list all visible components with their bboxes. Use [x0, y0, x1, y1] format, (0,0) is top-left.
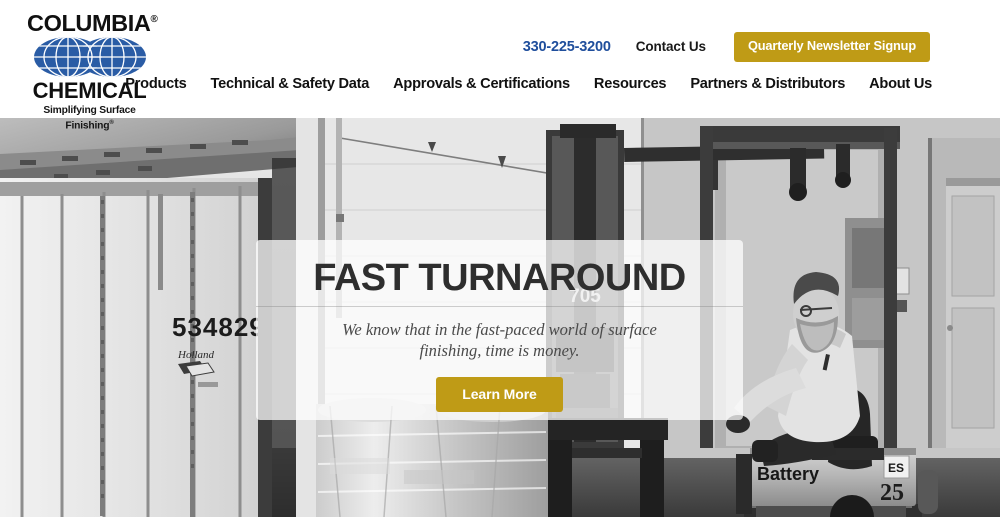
nav-item-products[interactable]: Products	[125, 76, 187, 92]
hero-subtitle: We know that in the fast-paced world of …	[342, 320, 657, 360]
page-root: COLUMBIA® CHEMICAL Simplifying Surface F…	[0, 0, 1000, 517]
registered-mark-icon: ®	[150, 14, 158, 25]
tagline-registered-mark-icon: ®	[109, 119, 114, 126]
nav-item-partners-distributors[interactable]: Partners & Distributors	[690, 76, 845, 92]
logo-wordmark-top: COLUMBIA®	[27, 9, 158, 36]
battery-label-text: Battery	[757, 464, 819, 484]
hero-banner: 534829 Holland Battery ES 25 FAST TURNAR…	[0, 118, 1000, 517]
forklift-number-text: 25	[880, 480, 904, 506]
trailer-number-text: 534829	[172, 312, 265, 342]
phone-link[interactable]: 330-225-3200	[523, 39, 611, 55]
globe-icon	[33, 36, 146, 77]
es-label-text: ES	[888, 461, 904, 475]
trailer-brand-text: Holland	[177, 349, 215, 361]
contact-us-link[interactable]: Contact Us	[636, 39, 706, 54]
site-logo[interactable]: COLUMBIA® CHEMICAL Simplifying Surface F…	[27, 8, 158, 131]
logo-tagline: Simplifying Surface Finishing®	[43, 104, 136, 132]
hero-divider	[256, 306, 743, 307]
nav-item-resources[interactable]: Resources	[594, 76, 667, 92]
nav-item-about-us[interactable]: About Us	[869, 76, 932, 92]
hero-content-card: FAST TURNAROUND We know that in the fast…	[256, 240, 743, 420]
main-navigation: Products Technical & Safety Data Approva…	[125, 76, 932, 92]
hero-title: FAST TURNAROUND	[313, 257, 686, 299]
learn-more-button[interactable]: Learn More	[436, 377, 563, 412]
nav-item-approvals-certifications[interactable]: Approvals & Certifications	[393, 76, 570, 92]
nav-item-technical-safety-data[interactable]: Technical & Safety Data	[211, 76, 370, 92]
newsletter-signup-button[interactable]: Quarterly Newsletter Signup	[733, 32, 930, 62]
site-header: COLUMBIA® CHEMICAL Simplifying Surface F…	[0, 0, 1000, 131]
utility-bar: 330-225-3200 Contact Us Quarterly Newsle…	[523, 32, 930, 62]
